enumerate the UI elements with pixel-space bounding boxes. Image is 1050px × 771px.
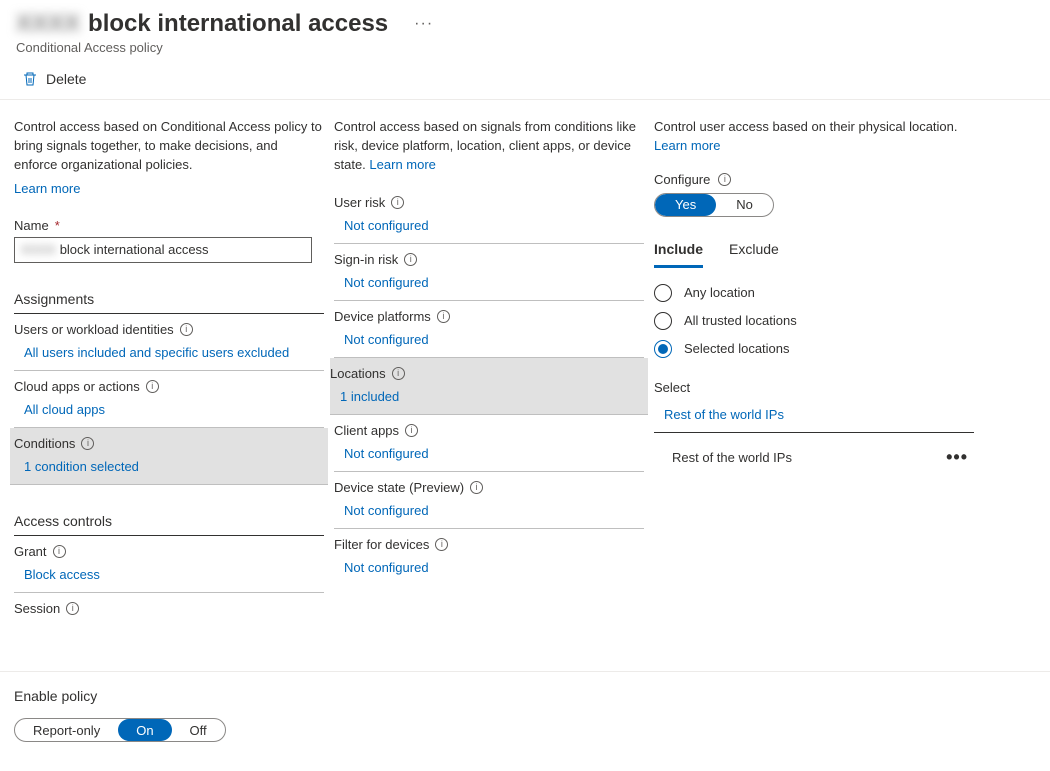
condition-item-value[interactable]: Not configured	[334, 446, 644, 461]
overview-description: Control access based on Conditional Acce…	[14, 118, 324, 175]
condition-item[interactable]: Client appsiNot configured	[334, 415, 644, 472]
tab-include[interactable]: Include	[654, 235, 703, 268]
info-icon[interactable]: i	[435, 538, 448, 551]
conditions-description: Control access based on signals from con…	[334, 118, 644, 175]
info-icon[interactable]: i	[391, 196, 404, 209]
configure-no[interactable]: No	[716, 194, 773, 216]
title-text: block international access	[88, 10, 388, 38]
toggle-report-only[interactable]: Report-only	[15, 719, 118, 741]
configure-yes[interactable]: Yes	[655, 194, 716, 216]
info-icon[interactable]: i	[81, 437, 94, 450]
row-more-icon[interactable]: •••	[946, 447, 968, 468]
toggle-on[interactable]: On	[118, 719, 171, 741]
column-locations: Control user access based on their physi…	[654, 118, 974, 671]
condition-item[interactable]: Device platformsiNot configured	[334, 301, 644, 358]
info-icon[interactable]: i	[470, 481, 483, 494]
select-label: Select	[654, 380, 974, 399]
toolbar: Delete	[0, 61, 1050, 100]
conditions-item[interactable]: Conditionsi 1 condition selected	[10, 428, 328, 485]
info-icon[interactable]: i	[404, 253, 417, 266]
grant-item[interactable]: Granti Block access	[14, 536, 324, 593]
include-exclude-tabs: Include Exclude	[654, 235, 974, 268]
condition-item[interactable]: Device state (Preview)iNot configured	[334, 472, 644, 529]
column-conditions: Control access based on signals from con…	[334, 118, 654, 671]
location-radio-group: Any location All trusted locations Selec…	[654, 284, 974, 358]
delete-label: Delete	[46, 71, 86, 87]
page-subtitle: Conditional Access policy	[16, 40, 1034, 55]
column-overview: Control access based on Conditional Acce…	[14, 118, 334, 671]
assignments-header: Assignments	[14, 285, 324, 314]
info-icon[interactable]: i	[53, 545, 66, 558]
configure-label: Configurei	[654, 172, 974, 187]
select-section: Select Rest of the world IPs	[654, 380, 974, 433]
info-icon[interactable]: i	[146, 380, 159, 393]
users-item[interactable]: Users or workload identitiesi All users …	[14, 314, 324, 371]
learn-more-link[interactable]: Learn more	[654, 138, 720, 153]
condition-item-value[interactable]: Not configured	[334, 503, 644, 518]
radio-any-location[interactable]: Any location	[654, 284, 974, 302]
configure-toggle[interactable]: Yes No	[654, 193, 774, 217]
conditions-value[interactable]: 1 condition selected	[14, 459, 324, 474]
condition-item[interactable]: Sign-in riskiNot configured	[334, 244, 644, 301]
select-value-link[interactable]: Rest of the world IPs	[654, 399, 974, 433]
info-icon[interactable]: i	[405, 424, 418, 437]
cloud-apps-item[interactable]: Cloud apps or actionsi All cloud apps	[14, 371, 324, 428]
delete-button[interactable]: Delete	[22, 71, 86, 87]
info-icon[interactable]: i	[718, 173, 731, 186]
condition-item-value[interactable]: Not configured	[334, 218, 644, 233]
users-value[interactable]: All users included and specific users ex…	[14, 345, 324, 360]
enable-policy-toggle[interactable]: Report-only On Off	[14, 718, 226, 742]
name-input[interactable]: XXXX block international access	[14, 237, 312, 263]
more-actions-icon[interactable]: ···	[408, 15, 439, 33]
name-field-label: Name*	[14, 218, 324, 233]
page-title: XXXX block international access	[16, 10, 388, 38]
selected-location-row: Rest of the world IPs •••	[654, 433, 974, 468]
info-icon[interactable]: i	[66, 602, 79, 615]
title-redacted: XXXX	[16, 10, 80, 38]
condition-item-value[interactable]: Not configured	[334, 332, 644, 347]
radio-trusted-locations[interactable]: All trusted locations	[654, 312, 974, 330]
page-header: XXXX block international access ··· Cond…	[0, 0, 1050, 61]
trash-icon	[22, 71, 38, 87]
info-icon[interactable]: i	[392, 367, 405, 380]
radio-selected-locations[interactable]: Selected locations	[654, 340, 974, 358]
info-icon[interactable]: i	[180, 323, 193, 336]
learn-more-link[interactable]: Learn more	[14, 181, 324, 196]
grant-value[interactable]: Block access	[14, 567, 324, 582]
enable-policy-label: Enable policy	[14, 688, 1036, 704]
info-icon[interactable]: i	[437, 310, 450, 323]
learn-more-link[interactable]: Learn more	[369, 157, 435, 172]
footer: Enable policy Report-only On Off	[0, 672, 1050, 762]
locations-description: Control user access based on their physi…	[654, 118, 974, 156]
condition-item-value[interactable]: Not configured	[334, 560, 644, 575]
toggle-off[interactable]: Off	[172, 719, 225, 741]
condition-item[interactable]: Locationsi1 included	[330, 358, 648, 415]
session-item[interactable]: Sessioni	[14, 593, 324, 626]
condition-item[interactable]: User riskiNot configured	[334, 187, 644, 244]
access-controls-header: Access controls	[14, 507, 324, 536]
cloud-apps-value[interactable]: All cloud apps	[14, 402, 324, 417]
selected-location-name: Rest of the world IPs	[672, 450, 792, 465]
condition-item-value[interactable]: 1 included	[330, 389, 648, 404]
condition-item-value[interactable]: Not configured	[334, 275, 644, 290]
condition-item[interactable]: Filter for devicesiNot configured	[334, 529, 644, 585]
tab-exclude[interactable]: Exclude	[729, 235, 779, 268]
